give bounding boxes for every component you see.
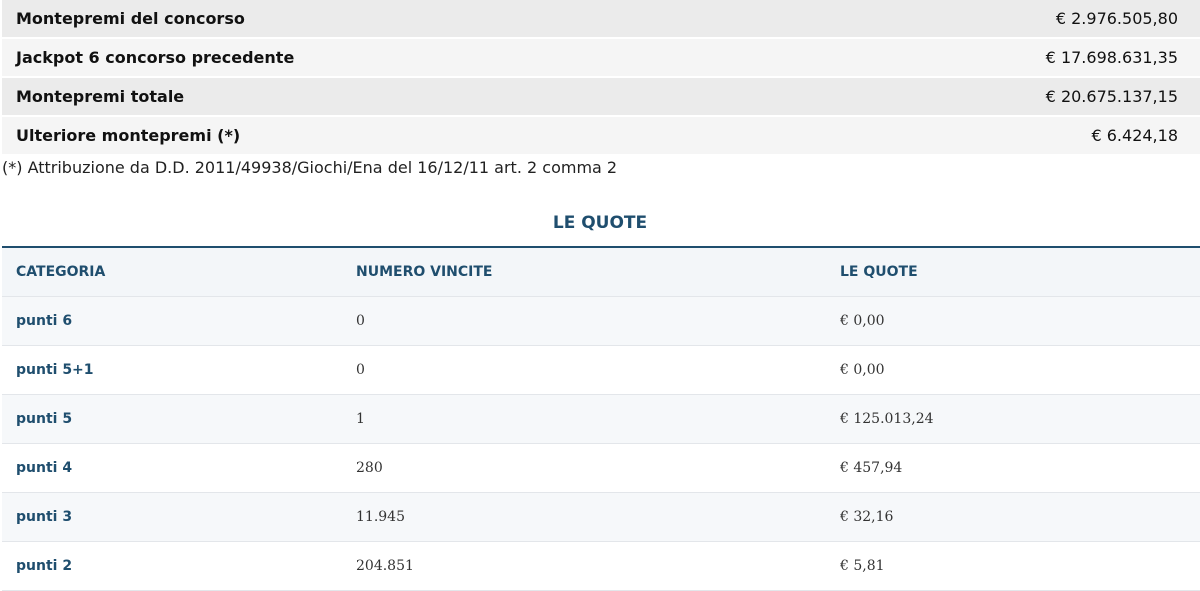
table-row: punti 5+1 0 € 0,00 [2, 346, 1200, 395]
header-categoria: CATEGORIA [16, 264, 106, 280]
table-row: punti 5 1 € 125.013,24 [2, 395, 1200, 444]
table-row: punti 4 280 € 457,94 [2, 444, 1200, 493]
quota-cell: € 457,94 [840, 460, 903, 476]
summary-value: € 20.675.137,15 [1045, 87, 1178, 106]
wins-cell: 0 [356, 313, 365, 329]
quota-cell: € 125.013,24 [840, 411, 934, 427]
category-cell: punti 6 [16, 313, 73, 329]
summary-label: Jackpot 6 concorso precedente [16, 48, 295, 67]
table-row: punti 3 11.945 € 32,16 [2, 493, 1200, 542]
wins-cell: 204.851 [356, 558, 414, 574]
wins-cell: 280 [356, 460, 383, 476]
summary-row-montepremi-totale: Montepremi totale € 20.675.137,15 [2, 78, 1200, 115]
quota-cell: € 0,00 [840, 362, 885, 378]
category-cell: punti 3 [16, 509, 73, 525]
wins-cell: 1 [356, 411, 365, 427]
header-numero-vincite: NUMERO VINCITE [356, 264, 493, 280]
summary-value: € 2.976.505,80 [1055, 9, 1178, 28]
prize-summary-table: Montepremi del concorso € 2.976.505,80 J… [2, 0, 1200, 156]
quota-cell: € 5,81 [840, 558, 885, 574]
header-le-quote: LE QUOTE [840, 264, 918, 280]
footnote: (*) Attribuzione da D.D. 2011/49938/Gioc… [2, 158, 618, 177]
wins-cell: 0 [356, 362, 365, 378]
table-row: punti 2 204.851 € 5,81 [2, 542, 1200, 591]
quota-cell: € 0,00 [840, 313, 885, 329]
table-row: punti 6 0 € 0,00 [2, 297, 1200, 346]
summary-row-montepremi-concorso: Montepremi del concorso € 2.976.505,80 [2, 0, 1200, 37]
wins-cell: 11.945 [356, 509, 405, 525]
quote-table: CATEGORIA NUMERO VINCITE LE QUOTE punti … [2, 246, 1200, 591]
summary-label: Ulteriore montepremi (*) [16, 126, 241, 145]
summary-value: € 6.424,18 [1091, 126, 1178, 145]
category-cell: punti 4 [16, 460, 73, 476]
category-cell: punti 5 [16, 411, 73, 427]
category-cell: punti 2 [16, 558, 73, 574]
category-cell: punti 5+1 [16, 362, 94, 378]
quote-table-header: CATEGORIA NUMERO VINCITE LE QUOTE [2, 248, 1200, 297]
summary-label: Montepremi del concorso [16, 9, 245, 28]
quota-cell: € 32,16 [840, 509, 894, 525]
summary-row-jackpot-precedente: Jackpot 6 concorso precedente € 17.698.6… [2, 39, 1200, 76]
summary-value: € 17.698.631,35 [1045, 48, 1178, 67]
summary-row-ulteriore-montepremi: Ulteriore montepremi (*) € 6.424,18 [2, 117, 1200, 154]
summary-label: Montepremi totale [16, 87, 185, 106]
quote-section-title: LE QUOTE [552, 213, 648, 233]
